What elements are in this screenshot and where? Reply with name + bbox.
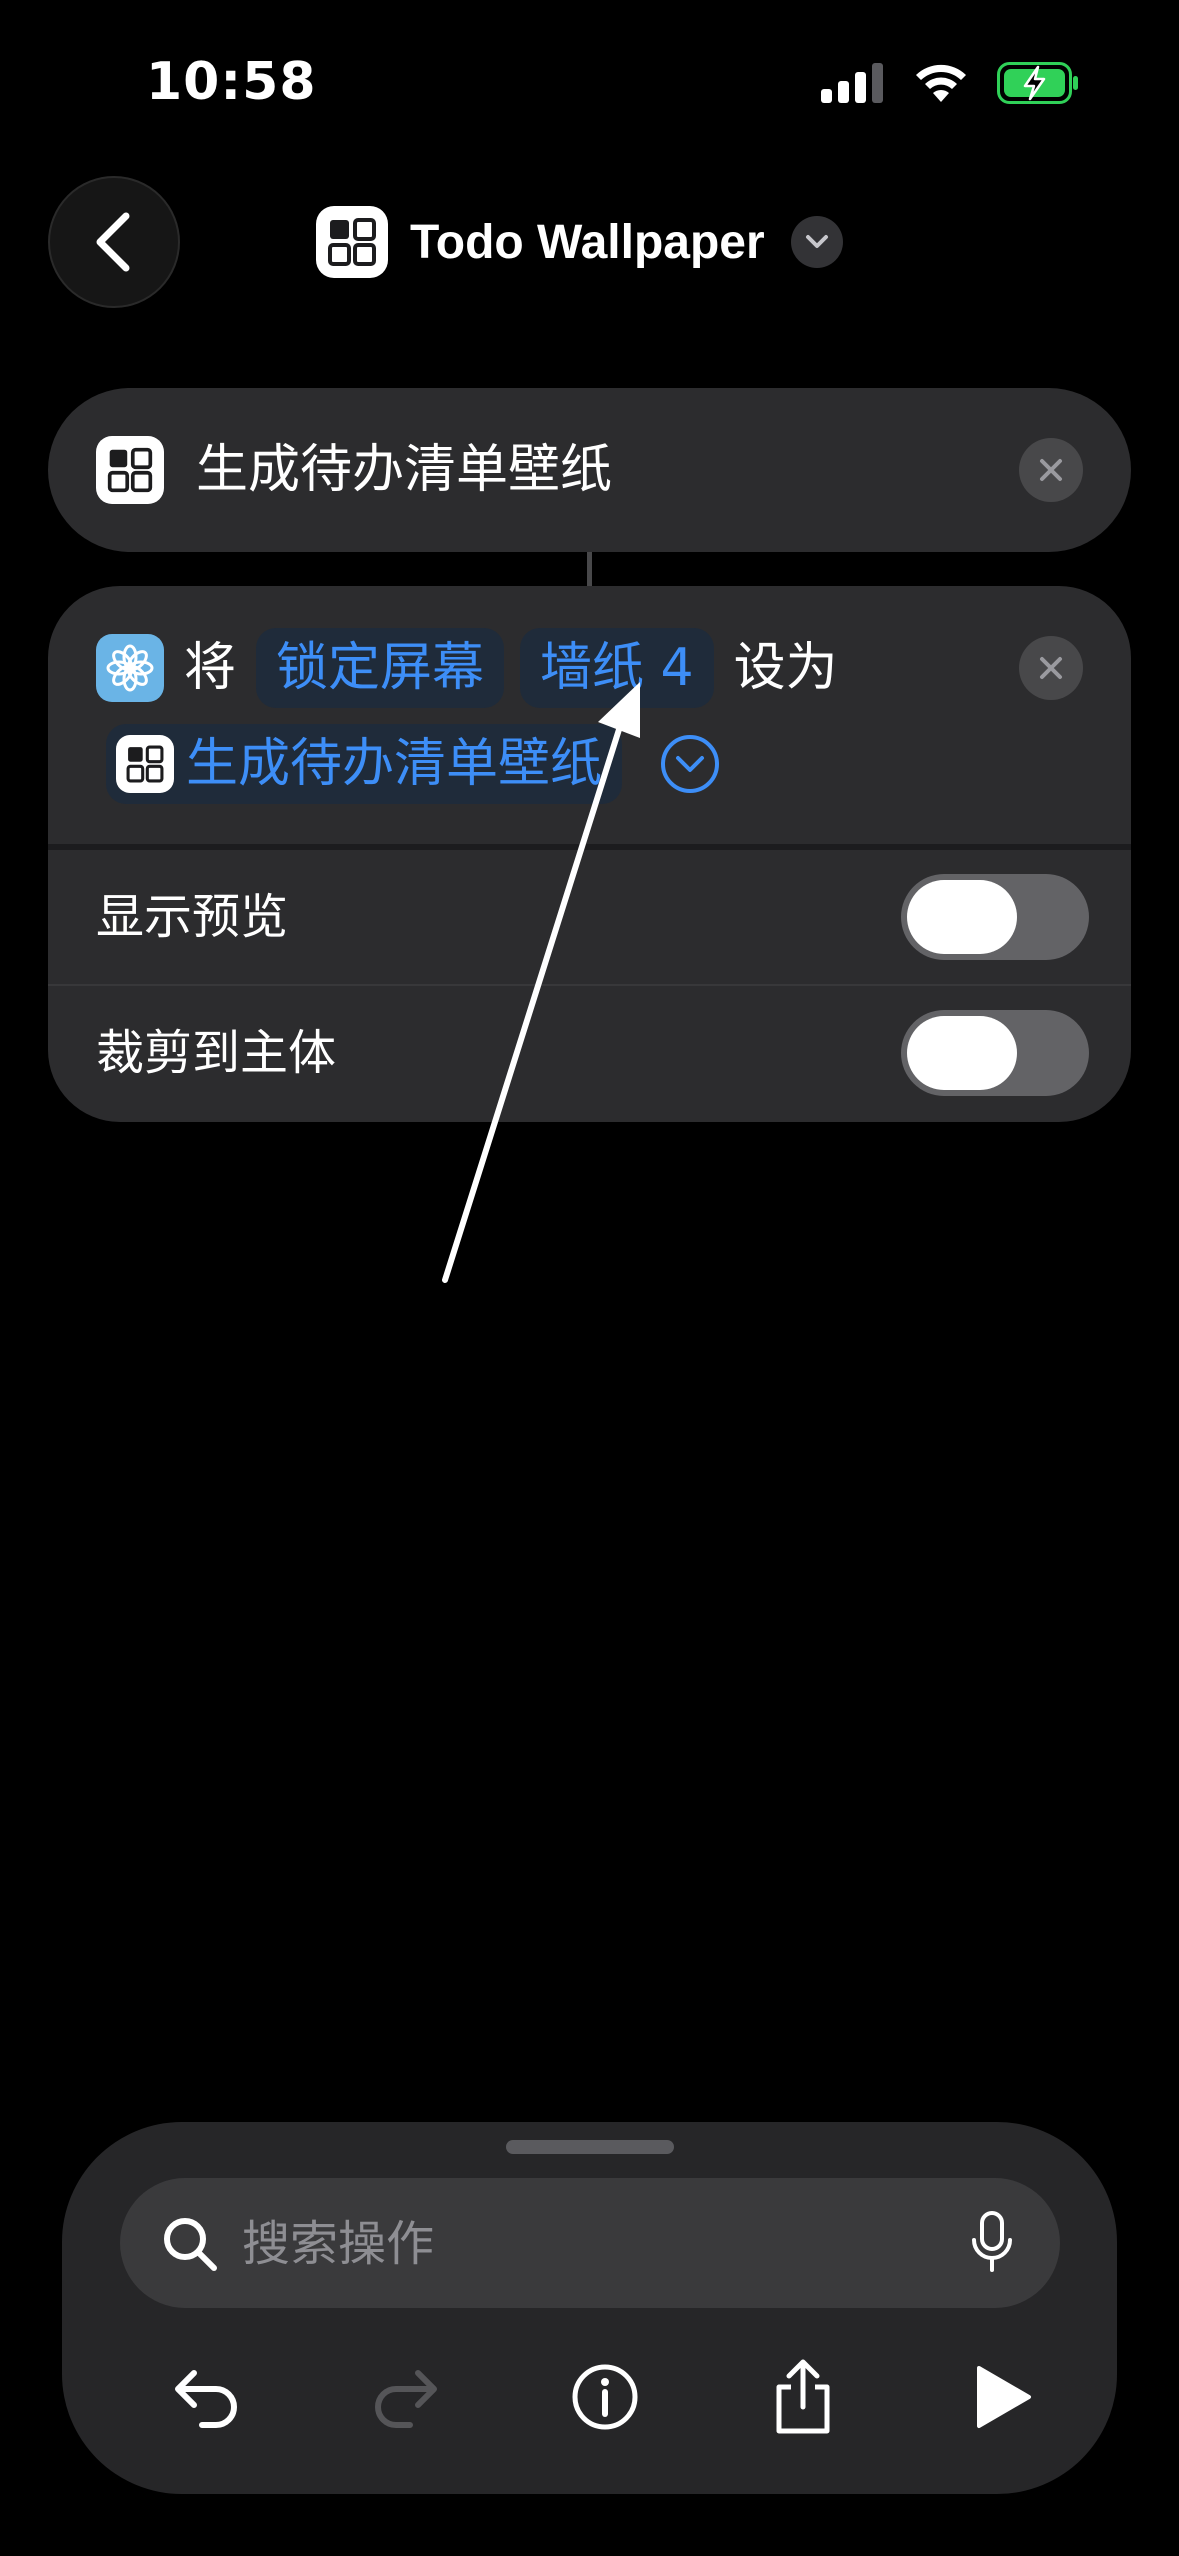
status-time: 10:58: [146, 52, 317, 112]
option-label: 裁剪到主体: [96, 1025, 337, 1081]
play-icon: [977, 2366, 1031, 2428]
action-title: 生成待办清单壁纸: [196, 440, 613, 500]
info-button[interactable]: [550, 2342, 660, 2452]
page-title: Todo Wallpaper: [410, 215, 765, 269]
show-preview-toggle[interactable]: [901, 874, 1089, 960]
option-label: 显示预览: [96, 889, 289, 945]
wifi-icon: [916, 64, 966, 102]
remove-action-button[interactable]: [1019, 636, 1083, 700]
word-as: 设为: [733, 638, 838, 698]
input-image-token-label: 生成待办清单壁纸: [186, 734, 603, 794]
input-image-token[interactable]: 生成待办清单壁纸: [106, 724, 623, 804]
search-icon: [164, 2218, 217, 2271]
run-button[interactable]: [948, 2342, 1058, 2452]
flower-icon: [96, 634, 164, 702]
chevron-down-icon[interactable]: [790, 216, 843, 268]
wallpaper-token[interactable]: 墙纸 4: [520, 628, 714, 708]
battery-charging-icon: [997, 62, 1078, 104]
close-icon: [1040, 657, 1062, 679]
chevron-down-circle-icon[interactable]: [660, 734, 720, 794]
share-button[interactable]: [748, 2342, 858, 2452]
action-sentence-line1: 将 锁定屏幕 墙纸 4 设为: [96, 628, 842, 708]
undo-button[interactable]: [152, 2342, 262, 2452]
toggle-knob: [907, 880, 1017, 954]
crop-to-subject-toggle[interactable]: [901, 1010, 1089, 1096]
action-card-generate-todo-wallpaper[interactable]: 生成待办清单壁纸: [48, 388, 1131, 552]
info-icon: [572, 2364, 638, 2430]
action-connector: [587, 552, 592, 586]
redo-button[interactable]: [350, 2342, 460, 2452]
bottom-panel: [62, 2122, 1117, 2494]
search-input[interactable]: [240, 2208, 944, 2280]
back-button[interactable]: [48, 176, 180, 308]
action-card-set-wallpaper: 将 锁定屏幕 墙纸 4 设为 生成待办清单壁纸 显示预览 裁剪到主体: [48, 586, 1131, 1122]
action-sentence-line2: 生成待办清单壁纸: [106, 724, 720, 804]
bottom-toolbar: [152, 2342, 1052, 2452]
undo-icon: [175, 2370, 237, 2428]
redo-icon: [375, 2370, 437, 2428]
option-row-show-preview: 显示预览: [48, 850, 1131, 984]
remove-action-button[interactable]: [1019, 438, 1083, 502]
option-row-crop-to-subject: 裁剪到主体: [48, 986, 1131, 1120]
share-icon: [776, 2359, 830, 2434]
sheet-grabber[interactable]: [506, 2140, 674, 2154]
cellular-signal-icon: [821, 63, 883, 103]
shortcut-title-menu[interactable]: Todo Wallpaper: [316, 206, 843, 278]
grid-icon: [96, 436, 164, 504]
screen-token[interactable]: 锁定屏幕: [256, 628, 505, 708]
search-bar[interactable]: [120, 2178, 1060, 2308]
close-icon: [1040, 459, 1062, 481]
toggle-knob: [907, 1016, 1017, 1090]
grid-icon: [116, 735, 174, 793]
grid-icon: [316, 206, 388, 278]
word-set: 将: [184, 638, 237, 698]
chevron-left-icon: [96, 212, 130, 272]
status-icons: [821, 62, 1079, 104]
mic-icon[interactable]: [970, 2210, 1014, 2276]
